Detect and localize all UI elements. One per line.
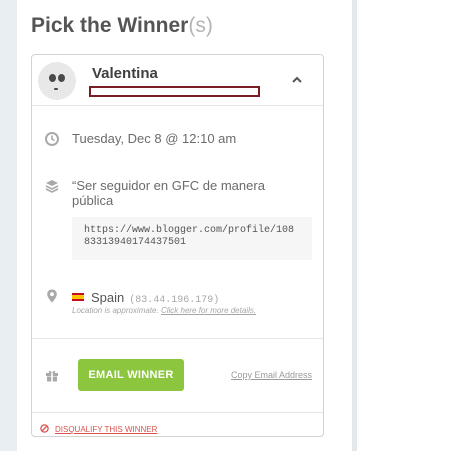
avatar-mouth: [54, 88, 58, 90]
location-details-link[interactable]: Click here for more details.: [161, 306, 256, 315]
winner-ip: (83.44.196.179): [129, 295, 220, 306]
entry-date: Tuesday, Dec 8 @ 12:10 am: [72, 131, 237, 146]
spain-flag-icon: [72, 293, 84, 301]
page-title-main: Pick the Winner: [31, 14, 189, 37]
winner-location: Spain (83.44.196.179): [72, 289, 219, 307]
disqualify-icon: [40, 420, 49, 433]
chevron-up-icon[interactable]: [288, 72, 306, 88]
disqualify-label: DISQUALIFY THIS WINNER: [55, 425, 158, 434]
header-divider: [32, 105, 323, 106]
winner-country: Spain: [91, 290, 125, 305]
copy-email-link[interactable]: Copy Email Address: [231, 370, 312, 380]
disqualify-winner-link[interactable]: DISQUALIFY THIS WINNER: [40, 419, 158, 436]
avatar-right-eye: [58, 74, 65, 82]
avatar: [38, 62, 76, 100]
page-title-suffix: (s): [188, 14, 213, 37]
location-note-text: Location is approximate.: [72, 306, 161, 315]
page-title: Pick the Winner(s): [31, 14, 213, 38]
gift-icon: [44, 367, 60, 383]
panel-right-edge: [352, 0, 357, 451]
redacted-email-box: [89, 86, 260, 97]
actions-divider: [32, 338, 323, 339]
entry-url-box: https://www.blogger.com/profile/10883313…: [72, 217, 312, 260]
layers-icon: [44, 178, 60, 194]
left-background-strip: [0, 0, 17, 451]
winner-card: Valentina Tuesday, Dec 8 @ 12:10 am “Ser…: [31, 54, 324, 437]
map-pin-icon: [44, 288, 60, 304]
avatar-left-eye: [49, 74, 56, 82]
location-note: Location is approximate. Click here for …: [72, 306, 256, 315]
email-winner-button[interactable]: EMAIL WINNER: [78, 359, 184, 391]
clock-icon: [44, 131, 60, 147]
footer-divider: [32, 412, 323, 413]
entry-method-title: “Ser seguidor en GFC de manera pública: [72, 178, 265, 208]
winner-name: Valentina: [92, 65, 158, 82]
winner-card-header[interactable]: Valentina: [32, 55, 323, 105]
